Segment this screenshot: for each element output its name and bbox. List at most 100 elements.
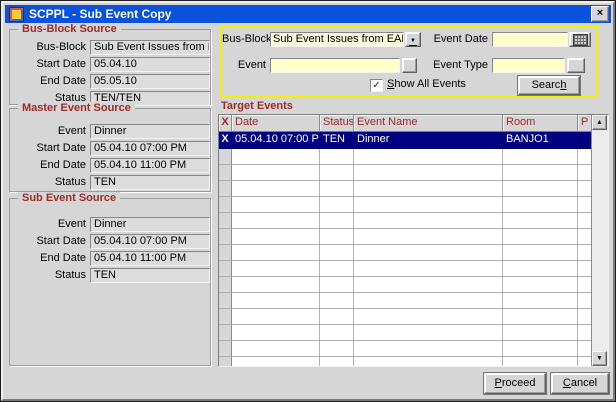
event-lov-button[interactable] [402, 58, 417, 73]
table-row[interactable] [219, 341, 592, 357]
table-cell [503, 245, 578, 261]
table-cell [578, 261, 592, 277]
table-cell [232, 293, 320, 309]
table-cell [320, 245, 354, 261]
table-row[interactable] [219, 213, 592, 229]
table-cell [578, 213, 592, 229]
calendar-icon [573, 34, 588, 46]
table-cell [320, 293, 354, 309]
bus-block-dropdown-button[interactable]: ▼ [405, 32, 421, 47]
check-icon: ✓ [372, 80, 380, 91]
table-cell [219, 181, 232, 197]
row-room-cell: BANJO1 [503, 132, 578, 149]
table-cell [578, 293, 592, 309]
bus-block-combo[interactable]: Sub Event Issues from EAME [270, 32, 404, 47]
column-header-event-name[interactable]: Event Name [354, 115, 503, 132]
field-label: Bus-Block [12, 40, 86, 55]
column-header-status[interactable]: Status [320, 115, 354, 132]
table-row[interactable] [219, 245, 592, 261]
field-label: Event [12, 217, 86, 232]
table-header-row: X Date Status Event Name Room P [219, 115, 592, 132]
table-row[interactable] [219, 261, 592, 277]
table-cell [354, 245, 503, 261]
column-header-p[interactable]: P [578, 115, 592, 132]
table-cell [503, 181, 578, 197]
table-row-selected[interactable]: X 05.04.10 07:00 PM TEN Dinner BANJO1 [219, 132, 592, 149]
table-cell [320, 149, 354, 165]
field-label: Status [12, 175, 86, 190]
column-header-room[interactable]: Room [503, 115, 578, 132]
table-cell [219, 261, 232, 277]
event-date-label: Event Date [420, 32, 488, 47]
table-cell [503, 325, 578, 341]
target-events-table: X Date Status Event Name Room P X 05.04.… [218, 114, 609, 367]
show-all-events-checkbox[interactable]: ✓ [370, 79, 383, 92]
field-value: 05.04.10 07:00 PM [90, 234, 210, 249]
event-input[interactable] [270, 58, 400, 73]
table-cell [219, 325, 232, 341]
field-label: Event [12, 124, 86, 139]
column-header-x[interactable]: X [219, 115, 232, 132]
table-cell [354, 341, 503, 357]
table-row[interactable] [219, 293, 592, 309]
calendar-button[interactable] [569, 32, 591, 47]
table-row[interactable] [219, 229, 592, 245]
table-cell [232, 341, 320, 357]
field-row: Start Date05.04.10 07:00 PM [10, 234, 210, 249]
table-cell [219, 357, 232, 366]
table-row[interactable] [219, 197, 592, 213]
vertical-scrollbar[interactable]: ▲ ▼ [591, 115, 608, 366]
table-cell [354, 165, 503, 181]
table-cell [219, 197, 232, 213]
close-button[interactable]: × [591, 6, 609, 22]
table-cell [320, 197, 354, 213]
field-value: Dinner [90, 217, 210, 232]
table-cell [503, 357, 578, 366]
table-cell [578, 229, 592, 245]
event-type-input[interactable] [492, 58, 565, 73]
target-events-label: Target Events [221, 100, 293, 112]
row-mark-cell: X [219, 132, 232, 149]
table-cell [503, 341, 578, 357]
search-button[interactable]: Search [518, 76, 580, 95]
title-bar[interactable]: SCPPL - Sub Event Copy × [5, 5, 611, 23]
row-date-cell: 05.04.10 07:00 PM [232, 132, 320, 149]
close-icon: × [597, 7, 603, 19]
table-cell [219, 213, 232, 229]
proceed-button[interactable]: Proceed [484, 373, 546, 394]
table-cell [578, 165, 592, 181]
table-cell [354, 277, 503, 293]
table-cell [219, 309, 232, 325]
field-value: Sub Event Issues from EAME [90, 40, 210, 55]
table-cell [578, 149, 592, 165]
window-title: SCPPL - Sub Event Copy [29, 7, 171, 21]
table-row[interactable] [219, 277, 592, 293]
field-value: 05.04.10 11:00 PM [90, 251, 210, 266]
table-cell [219, 165, 232, 181]
table-cell [503, 229, 578, 245]
event-type-lov-button[interactable] [567, 58, 585, 73]
table-cell [219, 245, 232, 261]
row-status-cell: TEN [320, 132, 354, 149]
table-cell [320, 229, 354, 245]
table-row[interactable] [219, 309, 592, 325]
table-cell [578, 197, 592, 213]
scroll-down-button[interactable]: ▼ [592, 351, 607, 366]
cancel-button[interactable]: Cancel [551, 373, 609, 394]
scroll-up-button[interactable]: ▲ [592, 115, 607, 130]
table-cell [320, 309, 354, 325]
table-cell [354, 293, 503, 309]
table-row[interactable] [219, 325, 592, 341]
table-row[interactable] [219, 149, 592, 165]
table-cell [503, 293, 578, 309]
table-row[interactable] [219, 357, 592, 366]
event-date-input[interactable] [492, 32, 568, 47]
field-label: Start Date [12, 141, 86, 156]
table-cell [232, 357, 320, 366]
table-cell [320, 261, 354, 277]
table-row[interactable] [219, 165, 592, 181]
table-row[interactable] [219, 181, 592, 197]
table-cell [354, 197, 503, 213]
column-header-date[interactable]: Date [232, 115, 320, 132]
field-label: Start Date [12, 57, 86, 72]
